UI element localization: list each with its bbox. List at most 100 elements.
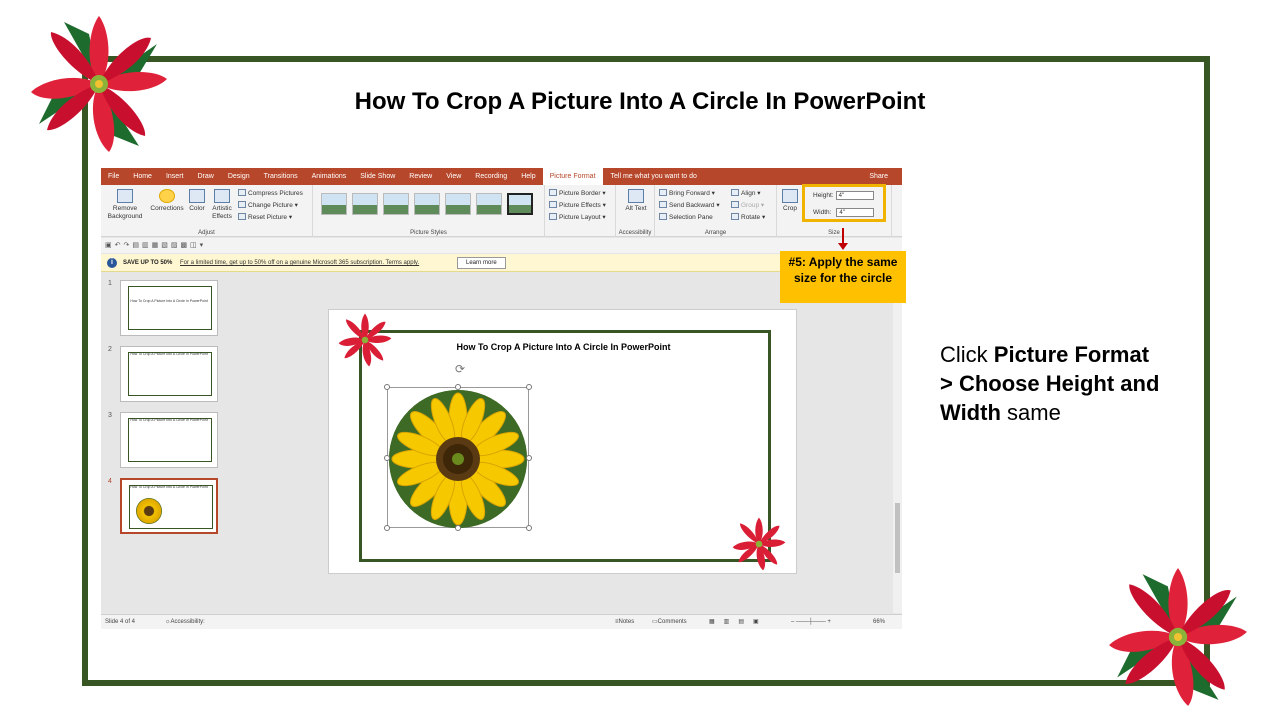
size-highlight-box: [802, 184, 886, 222]
rotate-button[interactable]: Rotate ▾: [731, 213, 765, 221]
crop-button[interactable]: Crop: [779, 189, 801, 213]
thumb-number: 1: [108, 280, 112, 287]
toolbar-icons[interactable]: ▤▥▦▧▨▩◫▾: [132, 242, 206, 249]
scrollbar-thumb[interactable]: [895, 503, 900, 573]
tell-me-search[interactable]: Tell me what you want to do: [611, 173, 697, 180]
corrections-button[interactable]: Corrections: [147, 189, 187, 213]
tab-design[interactable]: Design: [221, 168, 257, 185]
resize-handle[interactable]: [455, 525, 461, 531]
picture-border-icon: [549, 189, 557, 196]
instruction-same: same: [1000, 400, 1061, 425]
tab-transitions[interactable]: Transitions: [257, 168, 305, 185]
remove-background-icon: [117, 189, 133, 203]
picture-style-2[interactable]: [352, 193, 378, 215]
share-button[interactable]: Share: [869, 173, 888, 180]
compress-pictures-button[interactable]: Compress Pictures: [238, 189, 303, 197]
slide-thumbnail-2[interactable]: How To Crop A Picture Into A Circle In P…: [120, 346, 218, 402]
picture-effects-button[interactable]: Picture Effects ▾: [549, 201, 606, 209]
save-icon[interactable]: ▣: [105, 242, 115, 249]
resize-handle[interactable]: [384, 384, 390, 390]
picture-border-button[interactable]: Picture Border ▾: [549, 189, 606, 197]
callout-arrow-head: [838, 243, 848, 250]
comments-button[interactable]: ▭ Comments: [652, 615, 687, 629]
slide-thumbnail-4[interactable]: How To Crop A Picture Into A Circle In P…: [120, 478, 218, 534]
change-picture-button[interactable]: Change Picture ▾: [238, 201, 298, 209]
tab-picture-format[interactable]: Picture Format: [542, 168, 603, 185]
picture-style-3[interactable]: [383, 193, 409, 215]
tab-insert[interactable]: Insert: [159, 168, 191, 185]
accessibility-status[interactable]: ☼ Accessibility: Investigate: [165, 615, 205, 629]
undo-icon[interactable]: ↶: [115, 242, 124, 249]
selection-pane-button[interactable]: Selection Pane: [659, 213, 713, 221]
bring-forward-button[interactable]: Bring Forward ▾: [659, 189, 715, 197]
picture-style-1[interactable]: [321, 193, 347, 215]
alt-text-icon: [628, 189, 644, 203]
picture-style-4[interactable]: [414, 193, 440, 215]
picture-style-5[interactable]: [445, 193, 471, 215]
tab-slide-show[interactable]: Slide Show: [353, 168, 402, 185]
picture-style-6[interactable]: [476, 193, 502, 215]
learn-more-button[interactable]: Learn more: [457, 257, 506, 269]
thumb-number: 3: [108, 412, 112, 419]
resize-handle[interactable]: [384, 455, 390, 461]
status-bar: Slide 4 of 4 ☼ Accessibility: Investigat…: [101, 614, 902, 629]
tab-animations[interactable]: Animations: [305, 168, 354, 185]
align-button[interactable]: Align ▾: [731, 189, 761, 197]
info-icon: i: [107, 258, 117, 268]
tab-recording[interactable]: Recording: [468, 168, 514, 185]
poinsettia-small-icon: [338, 313, 392, 367]
thumb-title: How To Crop A Picture Into A Circle In P…: [130, 352, 208, 356]
alt-text-button[interactable]: Alt Text: [624, 189, 648, 213]
tab-home[interactable]: Home: [126, 168, 159, 185]
thumb-frame: [128, 418, 212, 462]
resize-handle[interactable]: [455, 384, 461, 390]
sunflower-circle-image[interactable]: [389, 390, 527, 528]
tab-review[interactable]: Review: [402, 168, 439, 185]
resize-handle[interactable]: [526, 384, 532, 390]
zoom-level[interactable]: 66%: [873, 615, 885, 629]
thumb-number: 2: [108, 346, 112, 353]
poinsettia-small-icon: [732, 517, 786, 571]
rotate-icon: [731, 213, 739, 220]
reset-icon: [238, 213, 246, 220]
current-slide[interactable]: How To Crop A Picture Into A Circle In P…: [328, 309, 797, 574]
picture-layout-button[interactable]: Picture Layout ▾: [549, 213, 606, 221]
slide-title[interactable]: How To Crop A Picture Into A Circle In P…: [329, 342, 798, 352]
resize-handle[interactable]: [526, 455, 532, 461]
slide-thumbnail-1[interactable]: How To Crop A Picture Into A Circle In P…: [120, 280, 218, 336]
slide-thumbnail-3[interactable]: How To Crop A Picture Into A Circle In P…: [120, 412, 218, 468]
group-button[interactable]: Group ▾: [731, 201, 764, 209]
tab-file[interactable]: File: [101, 168, 126, 185]
resize-handle[interactable]: [526, 525, 532, 531]
tab-view[interactable]: View: [439, 168, 468, 185]
group-label-arrange: Arrange: [704, 230, 727, 236]
zoom-slider[interactable]: – ───┼─── +: [791, 615, 831, 629]
remove-background-button[interactable]: Remove Background: [105, 189, 145, 221]
crop-icon: [782, 189, 798, 203]
tab-draw[interactable]: Draw: [190, 168, 220, 185]
callout-arrow: [842, 228, 844, 244]
vertical-scrollbar[interactable]: [893, 273, 902, 613]
send-backward-button[interactable]: Send Backward ▾: [659, 201, 720, 209]
picture-style-7[interactable]: [507, 193, 533, 215]
reset-picture-button[interactable]: Reset Picture ▾: [238, 213, 292, 221]
tab-help[interactable]: Help: [514, 168, 542, 185]
thumb-sunflower: [136, 498, 162, 524]
ribbon: Remove Background Corrections Color Arti…: [101, 185, 902, 237]
align-icon: [731, 189, 739, 196]
resize-handle[interactable]: [384, 525, 390, 531]
notice-link[interactable]: For a limited time, get up to 50% off on…: [180, 254, 419, 272]
thumb-frame: [128, 352, 212, 396]
view-buttons[interactable]: ▦▥▤▣: [709, 615, 768, 629]
slide-count: Slide 4 of 4: [105, 619, 136, 625]
notes-button[interactable]: ≡ Notes: [615, 615, 634, 629]
color-button[interactable]: Color: [185, 189, 209, 213]
poinsettia-bottom-right-icon: [1109, 568, 1247, 706]
sunflower-icon: [389, 390, 527, 528]
artistic-effects-button[interactable]: Artistic Effects: [207, 189, 237, 221]
sun-icon: [159, 189, 175, 203]
notice-bold: SAVE UP TO 50%: [123, 260, 173, 266]
group-label-picture-styles: Picture Styles: [410, 230, 447, 236]
color-icon: [189, 189, 205, 203]
rotate-handle-icon[interactable]: ⟳: [455, 362, 465, 376]
